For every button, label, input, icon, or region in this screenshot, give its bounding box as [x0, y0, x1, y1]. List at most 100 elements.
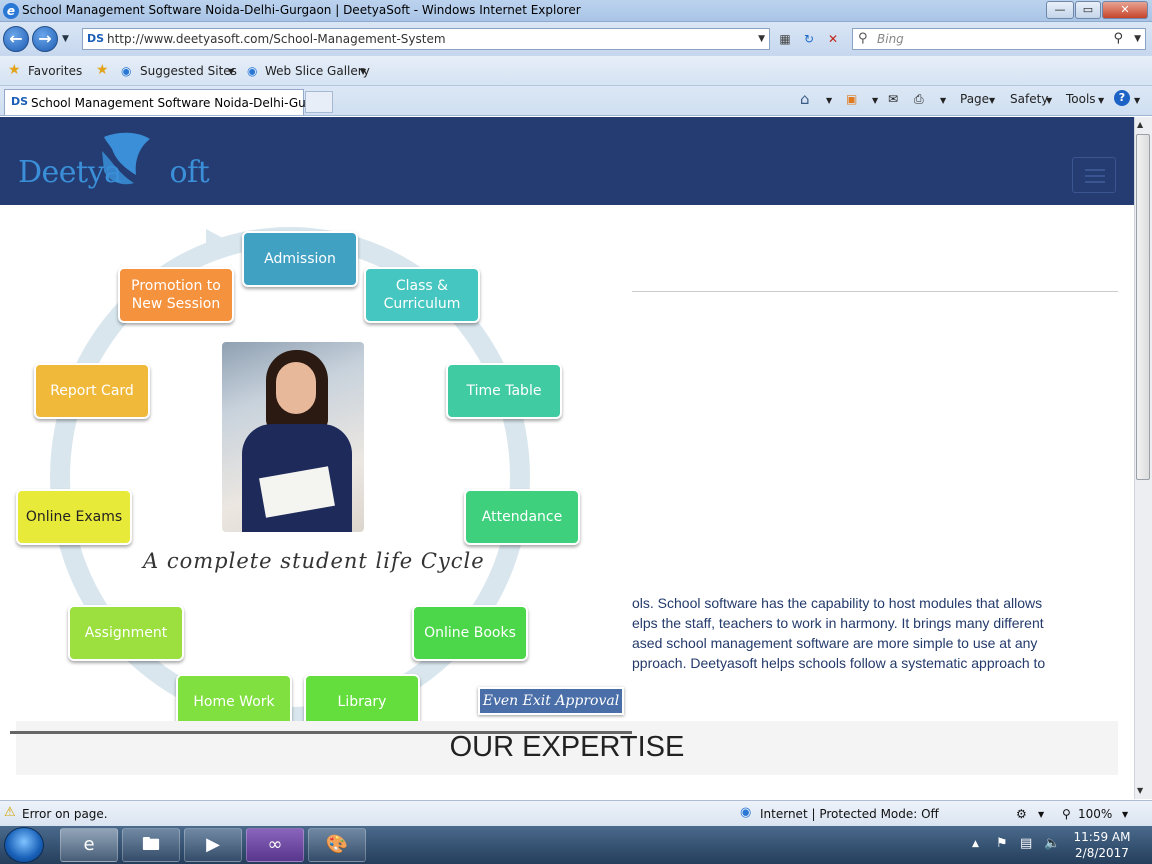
internet-zone-icon: ◉	[740, 805, 752, 820]
search-box[interactable]: ⚲ Bing ⚲ ▼	[852, 28, 1146, 50]
internet-explorer-icon: e	[3, 3, 19, 19]
recent-pages-dropdown-icon[interactable]: ▼	[62, 34, 69, 44]
taskbar-paint-icon[interactable]: 🎨	[308, 828, 366, 862]
tab-row: DS School Management Software Noida-Delh…	[0, 86, 1152, 116]
cycle-node-time-table: Time Table	[446, 363, 562, 419]
scroll-down-icon[interactable]: ▼	[1137, 786, 1143, 795]
web-slice-dropdown-icon[interactable]: ▼	[360, 67, 366, 76]
volume-icon[interactable]: 🔈	[1044, 836, 1060, 851]
scrollbar-thumb[interactable]	[1136, 134, 1150, 480]
student-photo	[222, 342, 364, 532]
cycle-arrow-icon	[206, 229, 232, 257]
close-button[interactable]: ✕	[1102, 1, 1148, 19]
action-center-flag-icon[interactable]: ⚑	[996, 836, 1008, 851]
tray-expand-icon[interactable]: ▲	[972, 839, 979, 849]
page-viewport: Deetya oft Admission Class & Curriculum T…	[0, 117, 1134, 799]
system-clock[interactable]: 11:59 AM 2/8/2017	[1070, 829, 1134, 861]
protected-mode-icon[interactable]: ⚙	[1016, 807, 1027, 821]
zoom-level[interactable]: 100%	[1078, 807, 1112, 821]
page-menu[interactable]: Page	[960, 92, 989, 106]
help-icon[interactable]: ?	[1114, 90, 1130, 106]
windows-taskbar: e 🖿 ▶ ∞ 🎨 ▲ ⚑ ▤ 🔈 11:59 AM 2/8/2017	[0, 826, 1152, 864]
feeds-icon[interactable]: ▣	[846, 92, 857, 106]
address-input[interactable]: http://www.deetyasoft.com/School-Managem…	[107, 32, 446, 46]
home-icon[interactable]: ⌂	[800, 90, 810, 108]
help-dropdown-icon[interactable]: ▼	[1134, 96, 1140, 105]
bing-search-icon: ⚲	[858, 31, 868, 46]
suggested-sites-icon: ◉	[121, 64, 132, 78]
read-mail-icon[interactable]: ✉	[888, 92, 898, 106]
intro-line: ased school management software are more…	[632, 635, 1038, 651]
intro-line: elps the staff, teachers to work in harm…	[632, 615, 1044, 631]
favorites-star-icon: ★	[8, 62, 21, 78]
intro-line: ols. School software has the capability …	[632, 595, 1043, 611]
print-icon[interactable]: ⎙	[914, 92, 924, 107]
cycle-node-online-exams: Online Exams	[16, 489, 132, 545]
suggested-sites-link[interactable]: Suggested Sites	[140, 64, 237, 78]
taskbar-visual-studio-icon[interactable]: ∞	[246, 828, 304, 862]
navigation-bar: ← → ▼ DS http://www.deetyasoft.com/Schoo…	[0, 22, 1152, 56]
zoom-dropdown-icon[interactable]: ▼	[1122, 810, 1128, 819]
feeds-dropdown-icon[interactable]: ▼	[872, 96, 878, 105]
tools-dropdown-icon[interactable]: ▼	[1098, 96, 1104, 105]
warning-icon[interactable]: ⚠	[4, 805, 16, 820]
protected-mode-dropdown-icon[interactable]: ▼	[1038, 810, 1044, 819]
add-to-favorites-bar-icon[interactable]: ★	[96, 62, 109, 78]
logo-text: Deetya	[18, 155, 122, 190]
cycle-node-attendance: Attendance	[464, 489, 580, 545]
favorites-bar: ★ Favorites ★ ◉ Suggested Sites ▼ ◉ Web …	[0, 56, 1152, 86]
expertise-section: OUR EXPERTISE	[16, 721, 1118, 775]
site-logo[interactable]: Deetya oft	[18, 155, 210, 190]
forward-button[interactable]: →	[32, 26, 58, 52]
start-button[interactable]	[4, 827, 44, 863]
cycle-node-online-books: Online Books	[412, 605, 528, 661]
stop-icon[interactable]: ✕	[823, 29, 843, 49]
cycle-node-assignment: Assignment	[68, 605, 184, 661]
zoom-icon: ⚲	[1062, 807, 1071, 821]
site-header: Deetya oft	[0, 117, 1134, 205]
web-slice-gallery-link[interactable]: Web Slice Gallery	[265, 64, 370, 78]
safety-menu[interactable]: Safety	[1010, 92, 1048, 106]
site-favicon-icon: DS	[87, 32, 105, 45]
home-dropdown-icon[interactable]: ▼	[826, 96, 832, 105]
menu-toggle-button[interactable]	[1072, 157, 1116, 193]
address-dropdown-icon[interactable]: ▼	[758, 34, 765, 44]
page-dropdown-icon[interactable]: ▼	[989, 96, 995, 105]
search-input[interactable]: Bing	[877, 32, 904, 46]
web-slice-icon: ◉	[247, 64, 258, 78]
expertise-heading: OUR EXPERTISE	[449, 731, 685, 763]
address-bar[interactable]: DS http://www.deetyasoft.com/School-Mana…	[82, 28, 770, 50]
tab-title: School Management Software Noida-Delhi-G…	[31, 96, 330, 110]
security-zone-text[interactable]: Internet | Protected Mode: Off	[760, 807, 939, 821]
network-icon[interactable]: ▤	[1020, 836, 1032, 851]
taskbar-file-explorer-icon[interactable]: 🖿	[122, 828, 180, 862]
new-tab-button[interactable]	[305, 91, 333, 113]
search-icon[interactable]: ⚲	[1113, 31, 1123, 46]
cycle-node-class-curriculum: Class & Curriculum	[364, 267, 480, 323]
tools-menu[interactable]: Tools	[1066, 92, 1096, 106]
refresh-icon[interactable]: ↻	[799, 29, 819, 49]
safety-dropdown-icon[interactable]: ▼	[1046, 96, 1052, 105]
clock-time: 11:59 AM	[1073, 830, 1131, 844]
taskbar-internet-explorer-icon[interactable]: e	[60, 828, 118, 862]
suggested-sites-dropdown-icon[interactable]: ▼	[228, 67, 234, 76]
intro-line: pproach. Deetyasoft helps schools follow…	[632, 655, 1046, 671]
clock-date: 2/8/2017	[1075, 846, 1129, 860]
section-divider	[632, 291, 1118, 292]
tab-active[interactable]: DS School Management Software Noida-Delh…	[4, 89, 330, 115]
back-button[interactable]: ←	[3, 26, 29, 52]
maximize-button[interactable]: ▭	[1075, 1, 1101, 19]
error-status-text[interactable]: Error on page.	[22, 807, 108, 821]
favorites-button[interactable]: Favorites	[28, 64, 82, 78]
taskbar-media-player-icon[interactable]: ▶	[184, 828, 242, 862]
minimize-button[interactable]: —	[1046, 1, 1074, 19]
status-bar: ⚠ Error on page. ◉ Internet | Protected …	[0, 800, 1152, 826]
cycle-caption: A complete student life Cycle	[143, 549, 485, 573]
logo-suffix: oft	[169, 155, 210, 190]
search-options-dropdown-icon[interactable]: ▼	[1134, 34, 1141, 44]
compatibility-view-icon[interactable]: ▦	[775, 29, 795, 49]
exit-approval-badge: Even Exit Approval	[478, 687, 624, 715]
print-dropdown-icon[interactable]: ▼	[940, 96, 946, 105]
graphic-underline	[10, 731, 632, 734]
scroll-up-icon[interactable]: ▲	[1137, 120, 1143, 129]
